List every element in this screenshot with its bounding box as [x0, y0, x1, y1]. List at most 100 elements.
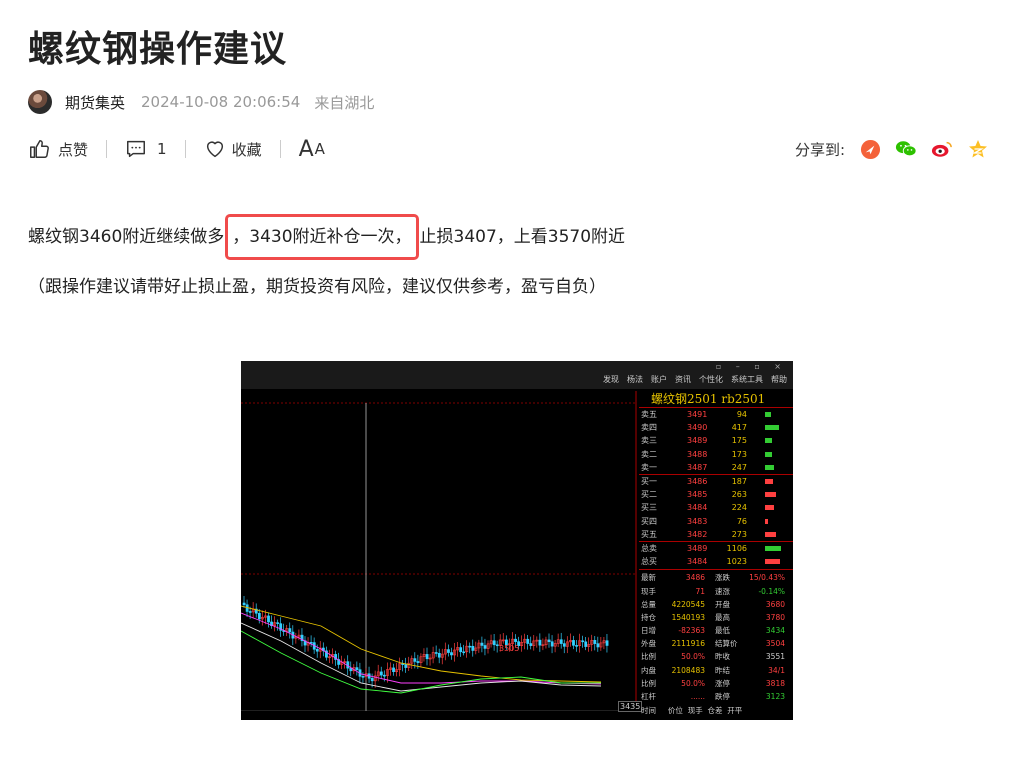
order-book-label: 买三 — [641, 503, 657, 513]
order-book-row: 卖四 3490 417 — [639, 421, 793, 434]
stat-value: 2111916 — [671, 639, 705, 649]
quote-panel: 螺纹钢2501 rb2501 卖五 3491 94 卖四 3490 417 卖三 3489 17… — [639, 391, 793, 720]
order-book-label: 买一 — [641, 477, 657, 487]
chart-menu-item: 杨法 — [627, 375, 643, 384]
quote-stat-row: 比例 50.0% 昨收 3551 — [639, 650, 793, 663]
quote-stat-row: 总量 4220545 开盘 3680 — [639, 598, 793, 611]
order-book-bar — [765, 479, 773, 485]
candle-body — [379, 671, 383, 676]
divider — [279, 140, 281, 158]
trade-list-header: 时间 价位 现手 仓差 开平 — [641, 706, 743, 716]
candle-body — [459, 647, 463, 653]
stat-label: 内盘 — [641, 665, 656, 675]
order-book-row: 总卖 3489 1106 — [639, 540, 793, 555]
share-label: 分享到: — [795, 140, 846, 159]
stat-value: 3434 — [765, 626, 785, 636]
quote-stat-row: 现手 71 速涨 -0.14% — [639, 584, 793, 597]
candle-body — [492, 640, 496, 646]
candle-body — [434, 652, 438, 654]
divider — [106, 140, 108, 158]
stat-value: 3680 — [765, 599, 785, 609]
order-book-label: 卖四 — [641, 423, 657, 433]
font-size-button[interactable]: AA — [299, 137, 326, 162]
article-meta: 期货集英 2024-10-08 20:06:54 来自湖北 — [28, 88, 374, 116]
quote-stat-row: 日增 -82363 最低 3434 — [639, 624, 793, 637]
like-button[interactable]: 点赞 — [28, 138, 88, 160]
chart-menu-item: 资讯 — [675, 375, 691, 384]
stat-label: 昨结 — [715, 665, 730, 675]
candle-body — [413, 658, 417, 662]
order-book-bar — [765, 492, 776, 498]
stat-value: 1540193 — [671, 612, 705, 622]
publish-time: 2024-10-08 20:06:54 — [141, 93, 301, 111]
quote-stat-row: 外盘 2111916 结算价 3504 — [639, 637, 793, 650]
candle-body — [581, 640, 585, 643]
candle-body — [361, 676, 365, 678]
order-book-price: 3491 — [687, 410, 708, 420]
order-book-volume: 175 — [731, 436, 747, 446]
qzone-icon[interactable] — [967, 138, 989, 160]
order-book-label: 买五 — [641, 529, 657, 539]
comment-button[interactable]: 1 — [125, 138, 167, 160]
zhihu-icon[interactable] — [859, 138, 881, 160]
stat-value: -0.14% — [758, 586, 785, 596]
candle-body — [425, 654, 429, 660]
stat-label: 外盘 — [641, 639, 656, 649]
order-book-row: 卖一 3487 247 — [639, 461, 793, 474]
candle-body — [596, 643, 600, 648]
publish-location: 来自湖北 — [314, 93, 375, 112]
stat-value: 15/0.43% — [749, 573, 785, 583]
candle-body — [242, 602, 246, 606]
stat-label: 日增 — [641, 626, 656, 636]
order-book-label: 买四 — [641, 516, 657, 526]
order-book-label: 总买 — [641, 557, 657, 567]
order-book-price: 3487 — [687, 462, 708, 472]
favorite-button[interactable]: 收藏 — [204, 138, 262, 160]
avatar[interactable] — [28, 90, 52, 114]
quote-stat-row: 内盘 2108483 昨结 34/1 — [639, 664, 793, 677]
wechat-icon[interactable] — [895, 138, 917, 160]
order-book-label: 卖五 — [641, 410, 657, 420]
order-book-volume: 417 — [731, 423, 747, 433]
favorite-label: 收藏 — [231, 140, 262, 159]
stat-value: 2108483 — [671, 665, 705, 675]
candle-body — [257, 612, 261, 620]
weibo-icon[interactable] — [931, 138, 953, 160]
order-book-bar — [765, 531, 776, 537]
order-book-price: 3489 — [687, 543, 708, 553]
font-size-large: A — [298, 136, 315, 162]
candle-body — [562, 643, 566, 647]
order-book-row: 卖三 3489 175 — [639, 434, 793, 447]
stat-label: 跌停 — [715, 692, 730, 702]
order-book-row: 买一 3486 187 — [639, 473, 793, 488]
candle-body — [547, 639, 551, 643]
thumbs-up-icon — [28, 138, 50, 160]
candle-body — [550, 641, 554, 647]
divider — [639, 569, 793, 571]
author-name[interactable]: 期货集英 — [65, 92, 125, 113]
candle-body — [483, 645, 487, 649]
chart-screenshot: ▫ – ▫ × 发现 杨法 账户 资讯 个性化 系统工具 帮助 3505 343… — [241, 361, 793, 720]
risk-disclaimer: （跟操作建议请带好止损止盈，期货投资有风险，建议仅供参考，盈亏自负） — [28, 277, 606, 297]
highlighted-advice: ，3430附近补仓一次， — [225, 214, 419, 260]
candle-body — [450, 652, 453, 656]
order-book-bar — [765, 545, 781, 551]
order-book-label: 卖二 — [641, 449, 657, 459]
order-book-volume: 1106 — [726, 543, 747, 553]
chart-menu-item: 发现 — [603, 375, 619, 384]
order-book-row: 买五 3482 273 — [639, 528, 793, 541]
candle-body — [559, 639, 563, 644]
stat-label: 结算价 — [715, 639, 738, 649]
window-controls: ▫ – ▫ × — [715, 362, 787, 371]
candle-body — [471, 645, 475, 651]
order-book-price: 3486 — [687, 477, 708, 487]
candle-body — [267, 615, 270, 623]
stat-value: 3818 — [765, 678, 785, 688]
stat-value: 50.0% — [681, 678, 705, 688]
candle-body — [437, 652, 441, 658]
order-book-label: 卖一 — [641, 462, 657, 472]
stat-value: 3123 — [765, 692, 785, 702]
order-book-volume: 273 — [731, 529, 747, 539]
stat-label: 涨停 — [715, 678, 730, 688]
high-price-mark: 3505 — [499, 644, 519, 653]
